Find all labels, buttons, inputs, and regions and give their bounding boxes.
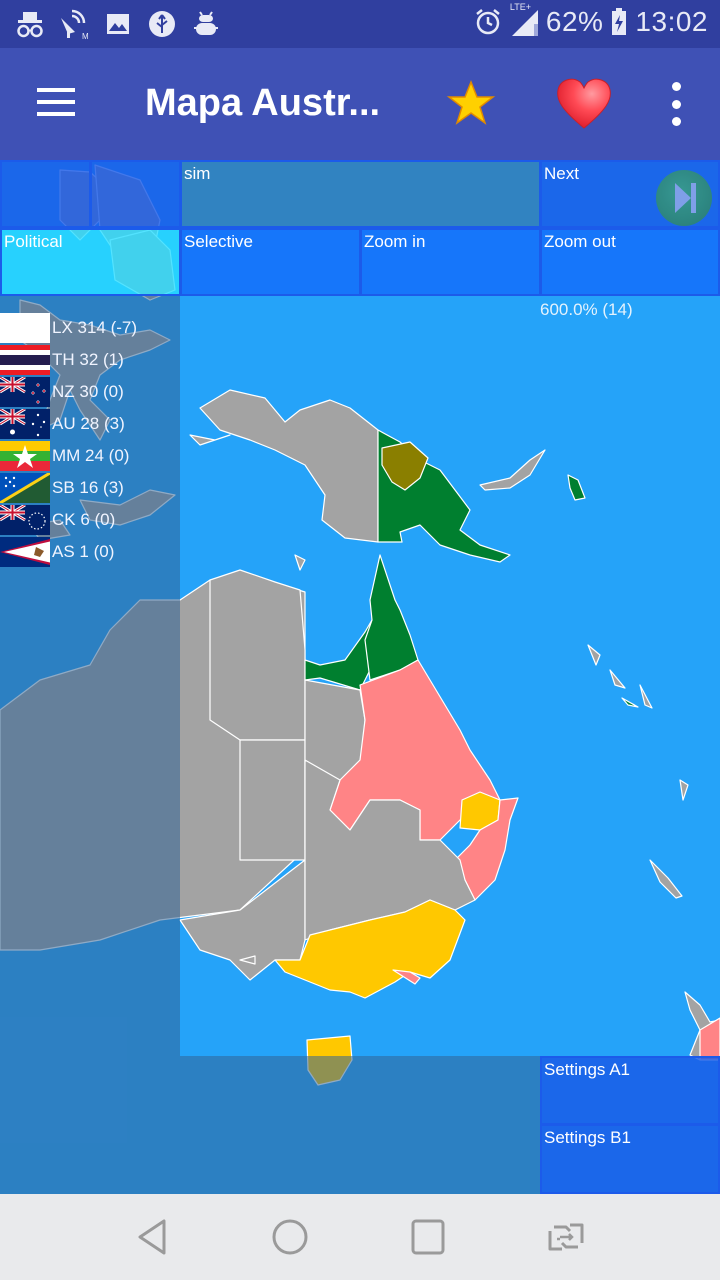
- clock: 13:02: [635, 6, 708, 37]
- scoreboard-label: AS 1 (0): [52, 542, 115, 561]
- android-debug-icon: [190, 6, 222, 42]
- settings-b1-button[interactable]: Settings B1: [540, 1124, 720, 1194]
- app-bar: Mapa Austr...: [0, 48, 720, 160]
- scoreboard-row-as[interactable]: AS 1 (0): [0, 536, 137, 568]
- sim-button[interactable]: sim: [180, 160, 541, 228]
- white-flag: [0, 313, 50, 343]
- scoreboard-row-ck[interactable]: CK 6 (0): [0, 504, 137, 536]
- next-label: Next: [544, 164, 579, 183]
- battery-charging-icon: [609, 4, 629, 40]
- settings-a1-button[interactable]: Settings A1: [540, 1056, 720, 1125]
- region-solomon: [587, 644, 601, 666]
- region-solomon: [639, 684, 653, 709]
- scoreboard-row-th[interactable]: TH 32 (1): [0, 344, 137, 376]
- satellite-dish-icon: M: [58, 6, 90, 42]
- new-zealand-flag: [0, 377, 50, 407]
- selective-button[interactable]: Selective: [180, 228, 361, 296]
- scoreboard-label: SB 16 (3): [52, 478, 124, 497]
- scoreboard-label: MM 24 (0): [52, 446, 130, 465]
- scoreboard-row-au[interactable]: AU 28 (3): [0, 408, 137, 440]
- battery-percent: 62%: [545, 6, 604, 37]
- scoreboard-label: LX 314 (-7): [52, 318, 138, 337]
- scoreboard-row-mm[interactable]: MM 24 (0): [0, 440, 137, 472]
- american-samoa-flag: [0, 537, 50, 567]
- region-cape-york: [364, 554, 419, 681]
- region-new-caledonia: [649, 859, 683, 899]
- sim-label: sim: [184, 164, 211, 183]
- hamburger-menu-icon[interactable]: [20, 74, 92, 130]
- image-icon: [102, 6, 134, 42]
- settings-a1-label: Settings A1: [544, 1060, 631, 1079]
- scoreboard-row-nz[interactable]: NZ 30 (0): [0, 376, 137, 408]
- skip-next-icon: [656, 170, 712, 226]
- scoreboard-label: AU 28 (3): [52, 414, 125, 433]
- scoreboard-row-lx[interactable]: LX 314 (-7): [0, 312, 137, 344]
- network-label: LTE+: [509, 2, 531, 12]
- incognito-icon: [14, 6, 46, 42]
- cook-islands-flag: [0, 505, 50, 535]
- next-button[interactable]: Next: [540, 160, 720, 228]
- scoreboard-row-sb[interactable]: SB 16 (3): [0, 472, 137, 504]
- app-title: Mapa Austr...: [145, 82, 381, 124]
- screen: M LTE+ 62% 13:02 Mapa Austr... sim Next …: [0, 0, 720, 1280]
- region-northern-territory: [209, 569, 306, 741]
- scoreboard-label: TH 32 (1): [52, 350, 124, 369]
- alarm-icon: [472, 4, 504, 40]
- lte-signal-icon: LTE+: [509, 2, 540, 40]
- region-aru: [294, 554, 306, 571]
- political-button[interactable]: Political: [0, 228, 181, 296]
- switch-app-icon[interactable]: [538, 1212, 594, 1262]
- selective-label: Selective: [184, 232, 253, 251]
- translucent-overlay-bottom: [180, 1056, 540, 1194]
- region-gulf-green: [304, 619, 373, 691]
- more-vert-icon[interactable]: [660, 82, 692, 126]
- heart-icon[interactable]: [552, 74, 616, 132]
- zoom-in-label: Zoom in: [364, 232, 426, 251]
- zoom-in-button[interactable]: Zoom in: [360, 228, 541, 296]
- region-vanuatu: [679, 779, 689, 801]
- star-icon[interactable]: [446, 78, 496, 128]
- zoom-out-label: Zoom out: [544, 232, 616, 251]
- political-label: Political: [4, 232, 63, 251]
- myanmar-flag: [0, 441, 50, 471]
- status-bar: M LTE+ 62% 13:02: [0, 0, 720, 48]
- back-icon[interactable]: [124, 1212, 180, 1262]
- zoom-level-readout: 600.0% (14): [540, 300, 633, 319]
- usb-icon: [146, 6, 178, 42]
- solomon-islands-flag: [0, 473, 50, 503]
- scoreboard-label: NZ 30 (0): [52, 382, 124, 401]
- recents-icon[interactable]: [400, 1212, 456, 1262]
- home-icon[interactable]: [262, 1212, 318, 1262]
- blank-control-2[interactable]: [90, 160, 181, 228]
- thailand-flag: [0, 345, 50, 375]
- scoreboard-list: LX 314 (-7) TH 32 (1) NZ 30 (0) AU 28 (3…: [0, 312, 137, 568]
- australia-flag: [0, 409, 50, 439]
- settings-b1-label: Settings B1: [544, 1128, 631, 1147]
- navigation-bar: [0, 1194, 720, 1280]
- svg-text:M: M: [82, 32, 89, 40]
- region-nt-central: [239, 739, 306, 861]
- zoom-out-button[interactable]: Zoom out: [540, 228, 720, 296]
- scoreboard-label: CK 6 (0): [52, 510, 116, 529]
- blank-control-1[interactable]: [0, 160, 91, 228]
- region-island-small: [189, 434, 231, 446]
- region-new-guinea-west: [199, 389, 379, 543]
- region-solomon: [621, 697, 639, 708]
- region-new-ireland: [567, 474, 586, 501]
- region-solomon: [609, 669, 626, 689]
- region-new-britain: [479, 449, 546, 491]
